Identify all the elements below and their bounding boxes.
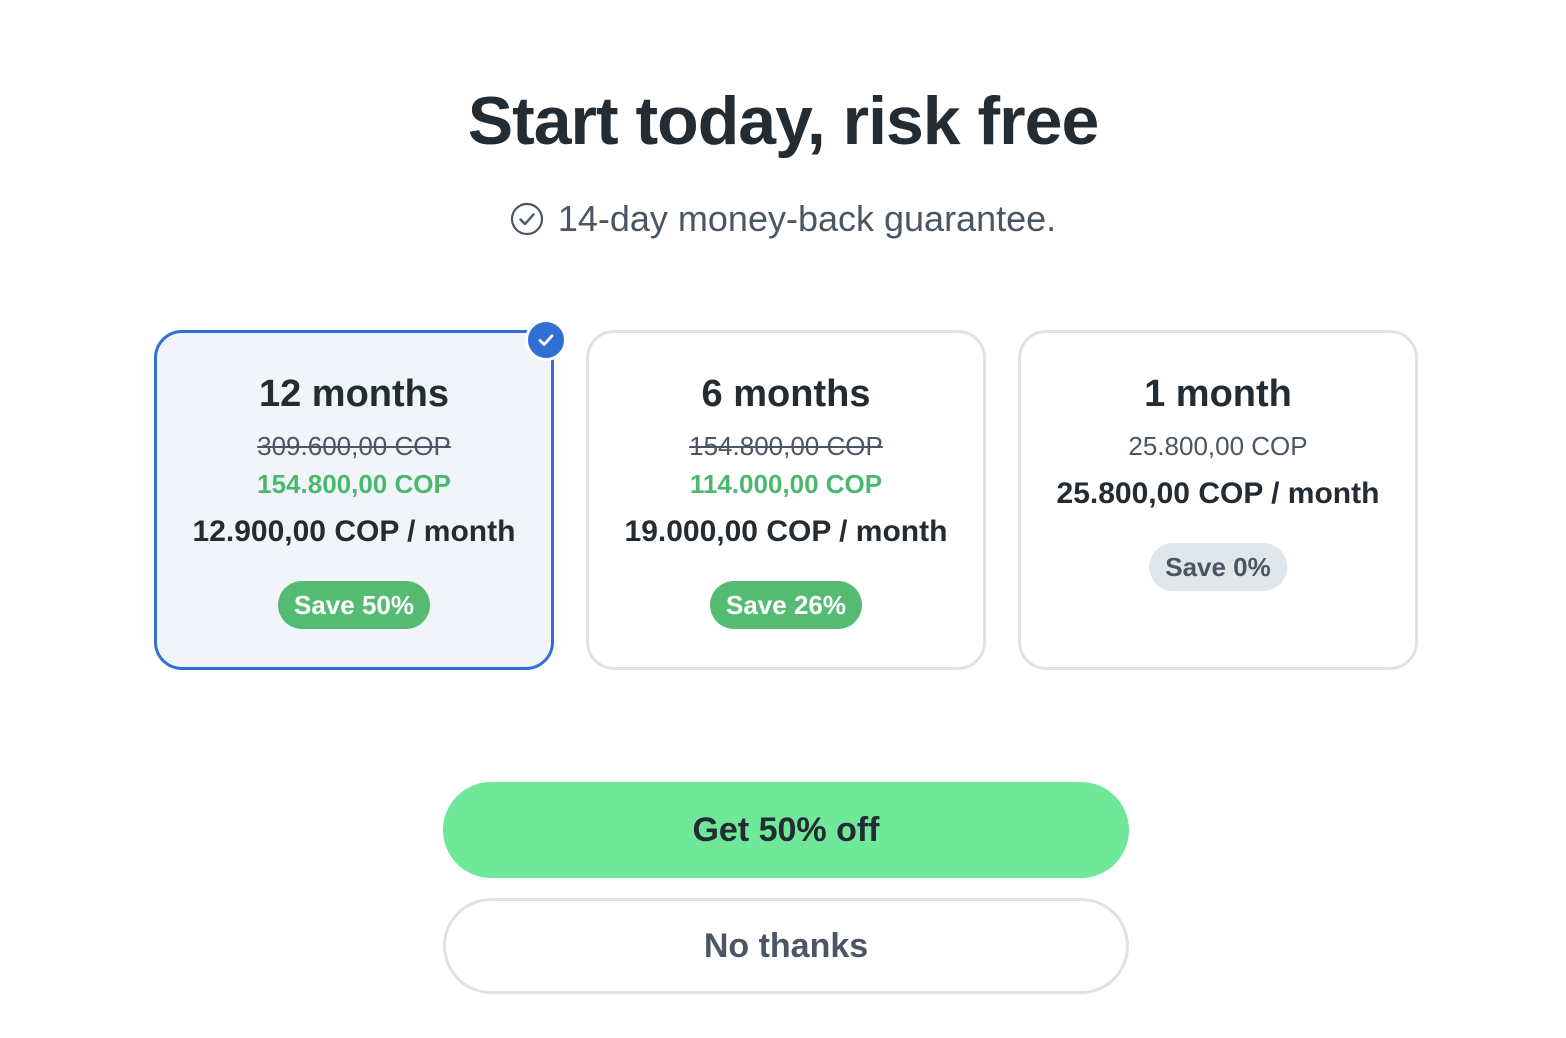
pricing-page: Start today, risk free 14-day money-back… xyxy=(0,0,1566,1038)
regular-price: 25.800,00 COP xyxy=(1128,431,1308,461)
check-circle-icon xyxy=(510,202,544,236)
guarantee-row: 14-day money-back guarantee. xyxy=(0,198,1566,240)
plan-card-6-months[interactable]: 6 months 154.800,00 COP 114.000,00 COP 1… xyxy=(586,330,986,670)
save-badge: Save 0% xyxy=(1149,543,1287,591)
guarantee-text: 14-day money-back guarantee. xyxy=(557,198,1057,239)
plan-name: 12 months xyxy=(258,373,450,415)
plan-card-12-months[interactable]: 12 months 309.600,00 COP 154.800,00 COP … xyxy=(154,319,567,670)
monthly-price: 19.000,00 COP / month xyxy=(624,515,948,548)
no-thanks-button[interactable]: No thanks xyxy=(443,898,1129,994)
original-price: 154.800,00 COP xyxy=(689,431,883,461)
save-badge: Save 50% xyxy=(278,581,430,629)
plan-name: 6 months xyxy=(701,373,871,415)
discounted-price: 114.000,00 COP xyxy=(689,469,883,499)
monthly-price: 25.800,00 COP / month xyxy=(1056,477,1380,510)
original-price: 309.600,00 COP xyxy=(257,431,451,461)
plan-card-1-month[interactable]: 1 month 25.800,00 COP 25.800,00 COP / mo… xyxy=(1018,330,1418,670)
plan-name: 1 month xyxy=(1144,373,1292,415)
selected-check-icon xyxy=(525,319,567,361)
get-discount-button[interactable]: Get 50% off xyxy=(443,782,1129,878)
discounted-price: 154.800,00 COP xyxy=(257,469,451,499)
monthly-price: 12.900,00 COP / month xyxy=(192,515,516,548)
save-badge: Save 26% xyxy=(710,581,862,629)
page-title: Start today, risk free xyxy=(467,83,1100,159)
